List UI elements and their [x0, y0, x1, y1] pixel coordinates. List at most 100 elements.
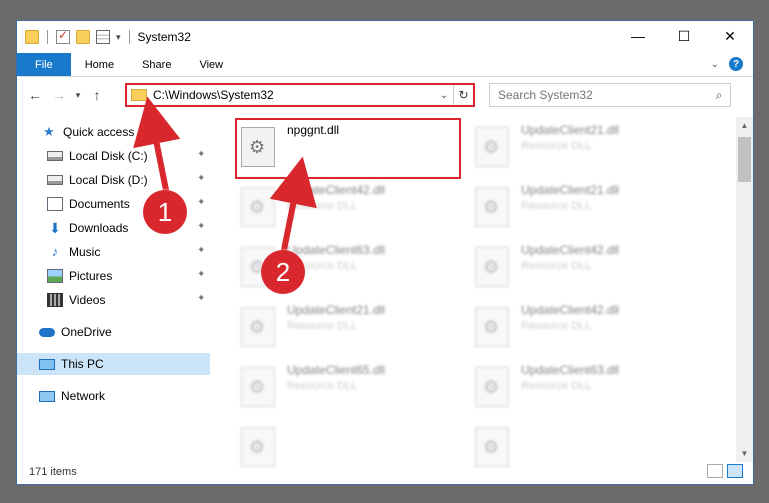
sidebar-item-music[interactable]: ♪ Music [47, 241, 101, 263]
dll-file-icon [475, 247, 509, 287]
file-name: UpdateClient21.dll [287, 303, 386, 317]
scroll-thumb[interactable] [738, 137, 751, 182]
new-folder-icon[interactable] [76, 30, 90, 44]
video-film-icon [47, 293, 63, 307]
sidebar-item-label: OneDrive [61, 325, 112, 339]
file-type: Resource DLL [287, 380, 358, 392]
file-item[interactable]: UpdateClient21.dll Resource DLL [241, 301, 461, 359]
file-name: UpdateClient42.dll [521, 303, 620, 317]
address-dropdown-chevron-icon[interactable]: ⌄ [435, 90, 453, 101]
navigation-pane: ★ Quick access Local Disk (C:) ✦ Local D… [17, 117, 212, 462]
sidebar-item-onedrive[interactable]: OneDrive [39, 321, 112, 343]
sidebar-item-label: Local Disk (D:) [69, 173, 148, 187]
step-1-badge: 1 [143, 190, 187, 234]
refresh-icon[interactable]: ↻ [453, 85, 473, 105]
sidebar-item-network[interactable]: Network [39, 385, 105, 407]
file-item[interactable]: UpdateClient42.dll Resource DLL [475, 301, 695, 359]
download-arrow-icon: ⬇ [49, 220, 61, 236]
divider [128, 30, 130, 44]
sidebar-item-label: Local Disk (C:) [69, 149, 148, 163]
music-note-icon: ♪ [51, 244, 59, 259]
address-path[interactable]: C:\Windows\System32 [153, 88, 435, 102]
window-title: System32 [137, 30, 191, 44]
sidebar-item-quick-access[interactable]: ★ Quick access [41, 121, 134, 143]
network-icon [39, 390, 55, 402]
star-icon: ★ [43, 124, 55, 139]
vertical-scrollbar[interactable]: ▲ ▼ [736, 117, 753, 462]
recent-locations-chevron-icon[interactable]: ▾ [71, 83, 85, 107]
pin-icon: ✦ [197, 221, 206, 232]
tab-view[interactable]: View [185, 53, 237, 76]
search-icon[interactable]: ⌕ [708, 88, 730, 103]
up-arrow-icon[interactable]: ↑ [85, 83, 109, 107]
expand-ribbon-chevron-icon[interactable]: ⌄ [711, 59, 719, 70]
tab-home[interactable]: Home [71, 53, 128, 76]
sidebar-item-label: Documents [69, 197, 130, 211]
search-box[interactable]: ⌕ [489, 83, 731, 107]
computer-icon [39, 358, 55, 370]
file-item[interactable]: UpdateClient21.dll Resource DLL [475, 181, 695, 239]
file-name: UpdateClient42.dll [521, 243, 620, 257]
sidebar-item-label: Pictures [69, 269, 113, 283]
maximize-button[interactable]: ☐ [661, 21, 707, 51]
file-type: Resource DLL [521, 260, 592, 272]
file-item[interactable]: UpdateClient63.dll Resource DLL [475, 361, 695, 419]
file-name: UpdateClient21.dll [521, 123, 620, 137]
file-name: UpdateClient63.dll [287, 243, 386, 257]
tab-file[interactable]: File [17, 53, 71, 76]
properties-icon[interactable] [96, 30, 110, 44]
file-type: Resource DLL [521, 320, 592, 332]
sidebar-item-local-disk-d[interactable]: Local Disk (D:) [47, 169, 148, 191]
dll-file-icon [475, 307, 509, 347]
quick-access-toolbar: ▾ [17, 28, 132, 44]
pin-icon: ✦ [197, 173, 206, 184]
pictures-icon [47, 269, 63, 283]
back-arrow-icon[interactable]: ← [23, 83, 47, 107]
help-icon[interactable]: ? [729, 57, 743, 71]
sidebar-item-local-disk-c[interactable]: Local Disk (C:) [47, 145, 212, 167]
sidebar-item-downloads[interactable]: ⬇ Downloads [47, 217, 128, 239]
dll-file-icon [475, 367, 509, 407]
file-item[interactable]: UpdateClient42.dll Resource DLL [475, 241, 695, 299]
sidebar-item-pictures[interactable]: Pictures [47, 265, 112, 287]
file-type: Resource DLL [521, 380, 592, 392]
scroll-up-arrow-icon[interactable]: ▲ [736, 117, 753, 134]
drive-icon [47, 151, 63, 161]
dll-file-icon [475, 187, 509, 227]
ribbon-tabs: File Home Share View ⌄ ? [17, 53, 753, 77]
selected-file-highlight-box [235, 118, 461, 179]
details-view-icon[interactable] [707, 464, 723, 478]
dll-file-icon [241, 367, 275, 407]
sidebar-item-documents[interactable]: Documents [47, 193, 130, 215]
file-name: UpdateClient65.dll [287, 363, 386, 377]
sidebar-item-label: Downloads [69, 221, 129, 235]
pin-icon: ✦ [197, 149, 206, 160]
dll-file-icon [241, 307, 275, 347]
search-input[interactable] [498, 88, 708, 102]
pin-icon: ✦ [197, 269, 206, 280]
sidebar-item-videos[interactable]: Videos [47, 289, 105, 311]
item-count: 171 items [29, 466, 77, 478]
file-item[interactable]: UpdateClient21.dll Resource DLL [475, 121, 695, 179]
pin-icon: ✦ [197, 197, 206, 208]
close-button[interactable]: ✕ [707, 21, 753, 51]
sidebar-item-this-pc[interactable]: This PC [39, 353, 104, 375]
divider [47, 30, 48, 44]
file-name: UpdateClient42.dll [287, 183, 386, 197]
file-item[interactable]: UpdateClient65.dll Resource DLL [241, 361, 461, 419]
sidebar-item-label: Music [69, 245, 101, 259]
step-2-badge: 2 [261, 250, 305, 294]
sidebar-item-label: Network [61, 389, 106, 403]
minimize-button[interactable]: — [615, 21, 661, 51]
forward-arrow-icon[interactable]: → [47, 83, 71, 107]
pin-icon: ✦ [197, 245, 206, 256]
file-item[interactable]: UpdateClient42.dll Resource DLL [241, 181, 461, 239]
tab-share[interactable]: Share [128, 53, 185, 76]
file-type: Resource DLL [521, 140, 592, 152]
folder-icon [131, 89, 147, 101]
customize-chevron-icon[interactable]: ▾ [116, 32, 121, 43]
properties-check-icon[interactable] [56, 28, 70, 44]
address-bar[interactable]: C:\Windows\System32 ⌄ ↻ [125, 83, 475, 107]
large-icons-view-icon[interactable] [727, 464, 743, 478]
drive-icon [47, 175, 63, 185]
